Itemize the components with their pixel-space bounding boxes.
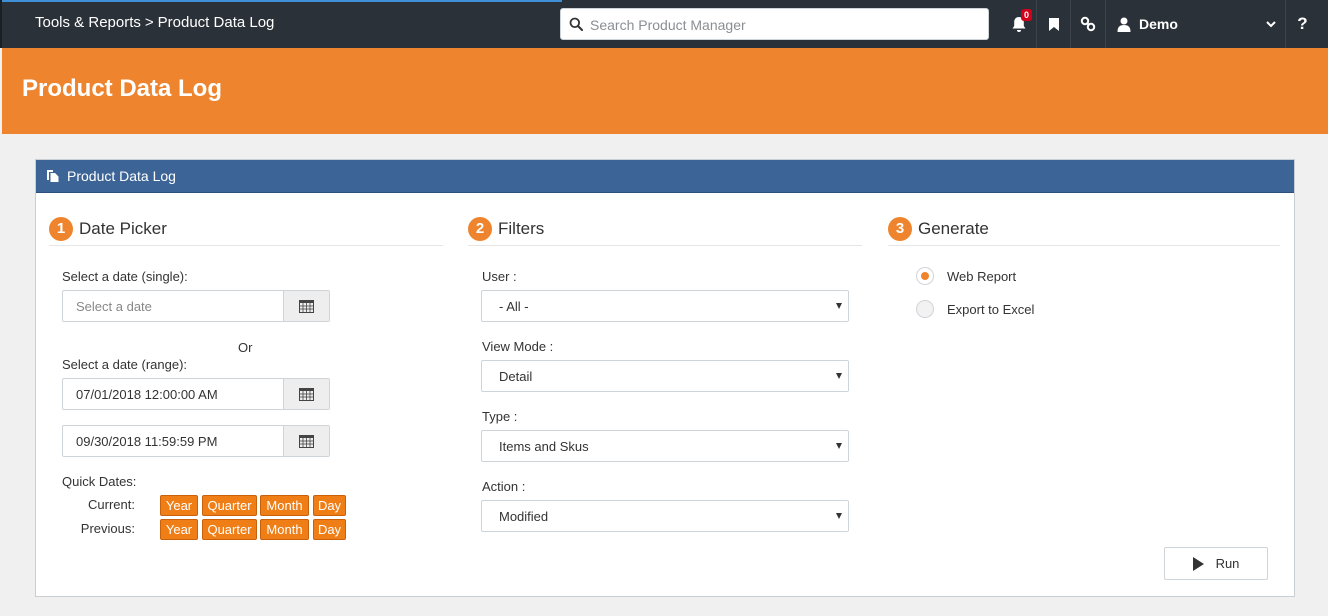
bookmark-icon <box>1048 17 1059 31</box>
user-name: Demo <box>1139 16 1178 32</box>
calendar-button[interactable] <box>283 379 329 409</box>
report-panel: Product Data Log 1 Date Picker Select a … <box>35 159 1295 597</box>
search-box <box>560 8 989 40</box>
copy-icon <box>47 170 59 182</box>
loading-line <box>2 0 562 2</box>
view-mode-value: Detail <box>499 369 533 384</box>
range-end-input[interactable] <box>63 426 284 456</box>
range-start-field <box>62 378 330 410</box>
previous-year-button[interactable]: Year <box>160 519 198 540</box>
range-end-field <box>62 425 330 457</box>
web-report-label: Web Report <box>947 268 1017 284</box>
filters-section: 2 Filters <box>468 212 862 246</box>
link-icon <box>1080 16 1095 32</box>
single-date-input[interactable] <box>63 291 284 321</box>
step-badge: 1 <box>49 216 73 241</box>
section-title: Generate <box>918 218 989 238</box>
radio-unselected[interactable] <box>916 300 934 318</box>
single-date-field <box>62 290 330 322</box>
breadcrumb-separator: > <box>144 14 154 31</box>
run-button[interactable]: Run <box>1164 547 1268 580</box>
panel-header: Product Data Log <box>36 160 1294 193</box>
play-icon <box>1192 556 1204 571</box>
radio-selected[interactable] <box>916 267 934 285</box>
user-select-value: - All - <box>499 299 529 314</box>
current-day-button[interactable]: Day <box>313 495 346 516</box>
section-title: Date Picker <box>79 218 167 238</box>
calendar-icon <box>299 388 314 401</box>
chevron-down-icon <box>1266 21 1276 28</box>
user-select[interactable]: - All - <box>481 290 849 322</box>
user-icon <box>1117 17 1131 32</box>
current-year-button[interactable]: Year <box>160 495 198 516</box>
previous-day-button[interactable]: Day <box>313 519 346 540</box>
calendar-icon <box>299 435 314 448</box>
caret-down-icon <box>836 373 842 379</box>
current-month-button[interactable]: Month <box>260 495 309 516</box>
or-label: Or <box>238 340 253 355</box>
caret-down-icon <box>836 443 842 449</box>
breadcrumb-current: Product Data Log <box>157 14 275 31</box>
page-header: Product Data Log <box>2 48 1328 134</box>
help-icon: ? <box>1297 14 1308 33</box>
single-date-label: Select a date (single): <box>62 269 188 284</box>
action-label: Action : <box>482 479 526 494</box>
links-button[interactable] <box>1070 0 1104 48</box>
generate-heading: 3 Generate <box>888 212 1280 246</box>
section-title: Filters <box>498 218 545 238</box>
bookmarks-button[interactable] <box>1036 0 1070 48</box>
step-badge: 2 <box>468 216 492 241</box>
panel-title: Product Data Log <box>67 168 176 184</box>
breadcrumb-parent[interactable]: Tools & Reports <box>35 14 141 31</box>
view-mode-select[interactable]: Detail <box>481 360 849 392</box>
export-excel-option[interactable]: Export to Excel <box>916 300 1034 318</box>
user-menu[interactable]: Demo <box>1105 0 1285 48</box>
help-button[interactable]: ? <box>1285 0 1319 48</box>
action-value: Modified <box>499 509 549 524</box>
web-report-option[interactable]: Web Report <box>916 267 1016 285</box>
date-picker-section: 1 Date Picker <box>49 212 443 246</box>
run-label: Run <box>1215 556 1240 571</box>
type-label: Type : <box>482 409 518 424</box>
action-select[interactable]: Modified <box>481 500 849 532</box>
calendar-icon <box>299 300 314 313</box>
step-badge: 3 <box>888 216 912 241</box>
caret-down-icon <box>836 513 842 519</box>
previous-quarter-button[interactable]: Quarter <box>202 519 257 540</box>
notifications-button[interactable]: 0 <box>1002 0 1036 48</box>
previous-label: Previous: <box>80 521 135 536</box>
range-start-input[interactable] <box>63 379 284 409</box>
page-title: Product Data Log <box>22 75 223 102</box>
quick-dates-label: Quick Dates: <box>62 474 137 489</box>
current-quarter-button[interactable]: Quarter <box>202 495 257 516</box>
view-mode-label: View Mode : <box>482 339 554 354</box>
user-filter-label: User : <box>482 269 517 284</box>
range-date-label: Select a date (range): <box>62 357 188 372</box>
date-picker-heading: 1 Date Picker <box>49 212 443 246</box>
previous-month-button[interactable]: Month <box>260 519 309 540</box>
export-excel-label: Export to Excel <box>947 301 1035 317</box>
filters-heading: 2 Filters <box>468 212 862 246</box>
top-bar: Tools & Reports>Product Data Log 0 De <box>0 0 1328 48</box>
current-label: Current: <box>88 497 135 512</box>
type-select[interactable]: Items and Skus <box>481 430 849 462</box>
calendar-button[interactable] <box>283 291 329 321</box>
type-value: Items and Skus <box>499 439 589 454</box>
generate-section: 3 Generate Web Report Export to Excel <box>888 212 1280 318</box>
search-icon <box>569 17 583 31</box>
notification-badge: 0 <box>1021 9 1033 21</box>
search-input[interactable] <box>590 14 980 35</box>
calendar-button[interactable] <box>283 426 329 456</box>
caret-down-icon <box>836 303 842 309</box>
breadcrumb: Tools & Reports > Product Data Log <box>35 14 274 31</box>
